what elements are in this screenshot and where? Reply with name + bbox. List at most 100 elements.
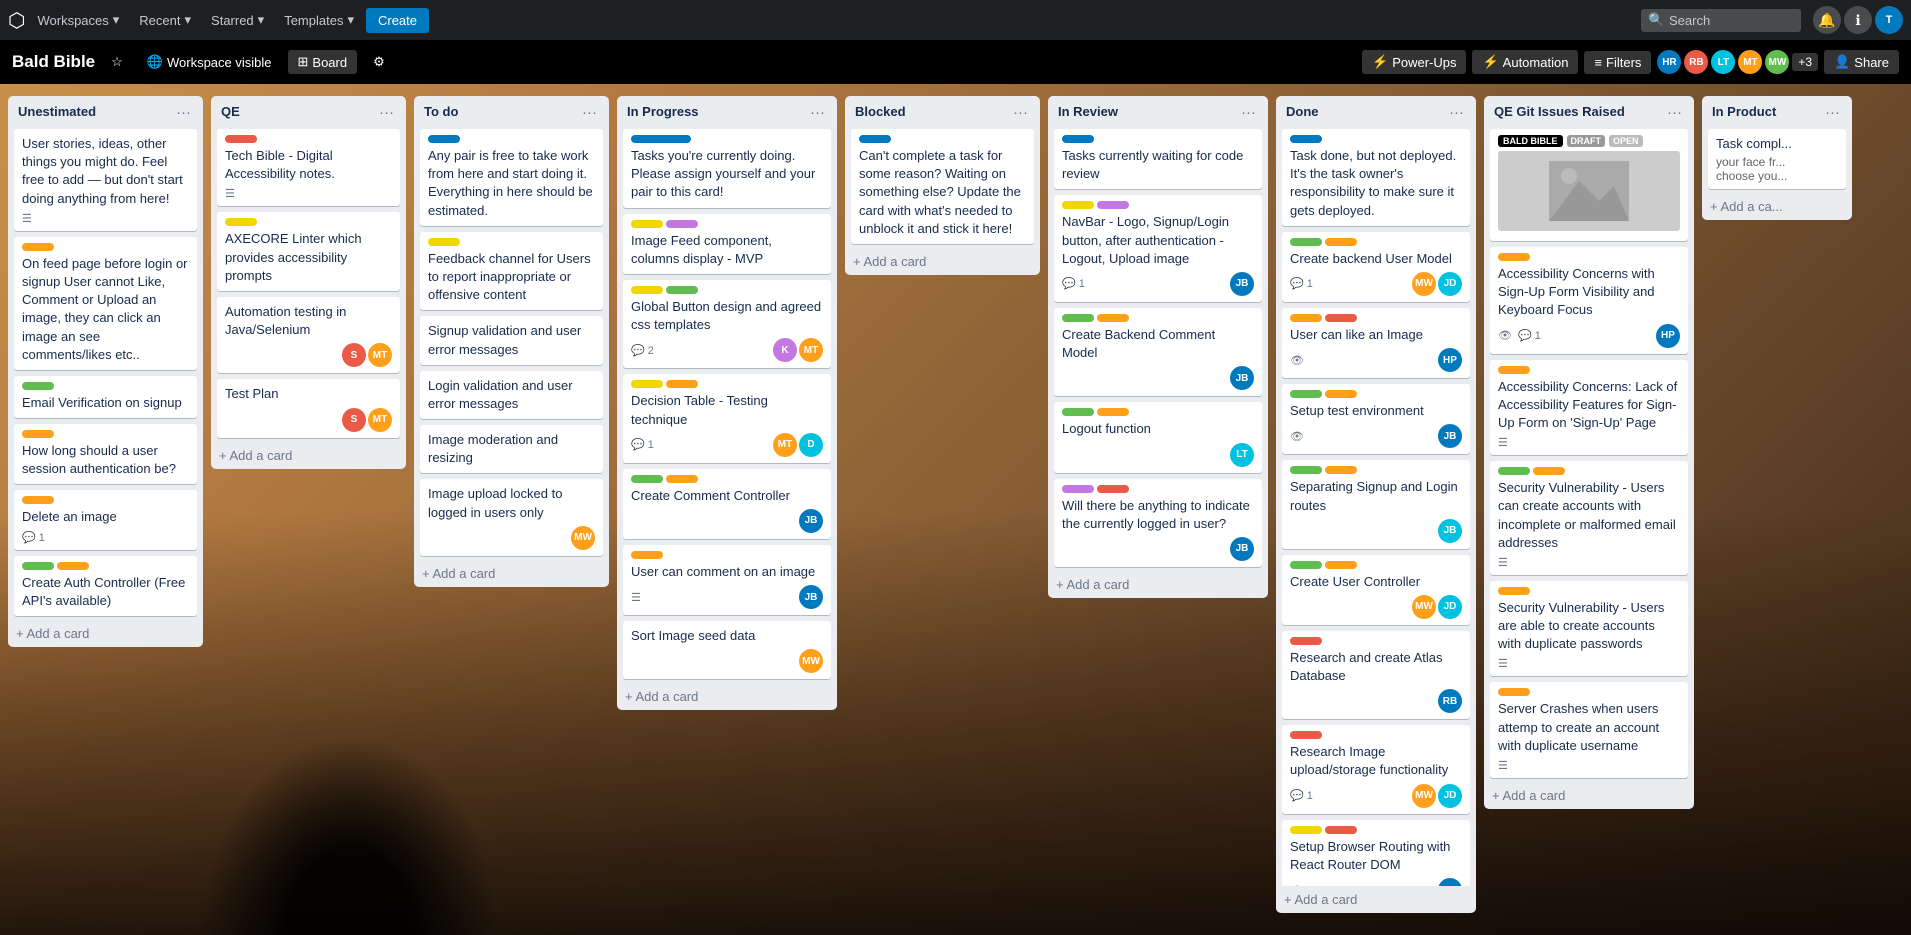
add-card-btn-qe-git[interactable]: + Add a card <box>1484 782 1694 809</box>
card-td6[interactable]: Image upload locked to logged in users o… <box>420 479 603 555</box>
create-btn[interactable]: Create <box>366 8 429 33</box>
column-header-done: Done ··· <box>1276 96 1476 125</box>
board-view-btn[interactable]: ⊞ Board <box>288 50 358 74</box>
card-u1[interactable]: User stories, ideas, other things you mi… <box>14 129 197 231</box>
search-input[interactable] <box>1641 9 1801 32</box>
column-menu-btn-inreview[interactable]: ··· <box>1239 104 1258 121</box>
notification-btn[interactable]: 🔔 <box>1813 6 1841 34</box>
card-td2[interactable]: Feedback channel for Users to report ina… <box>420 232 603 311</box>
eye-badge: 👁 <box>1498 329 1512 342</box>
card-d3[interactable]: User can like an Image 👁 HP <box>1282 308 1470 378</box>
share-btn[interactable]: 👤 Share <box>1824 50 1899 74</box>
automation-btn[interactable]: ⚡ Automation <box>1472 50 1578 74</box>
add-card-btn-unestimated[interactable]: + Add a card <box>8 620 203 647</box>
card-d2[interactable]: Create backend User Model 💬 1 MW JD <box>1282 232 1470 302</box>
card-qe4[interactable]: Test Plan S MT <box>217 379 400 437</box>
powerups-btn[interactable]: ⚡ Power-Ups <box>1362 50 1466 74</box>
card-u5[interactable]: Delete an image 💬 1 <box>14 490 197 549</box>
card-ir5[interactable]: Will there be anything to indicate the c… <box>1054 479 1262 567</box>
column-title-inprogress: In Progress <box>627 104 808 119</box>
card-qe3[interactable]: Automation testing in Java/Selenium S MT <box>217 297 400 373</box>
column-menu-btn-inprogress[interactable]: ··· <box>808 104 827 121</box>
card-bl1[interactable]: Can't complete a task for some reason? W… <box>851 129 1034 244</box>
card-d6[interactable]: Create User Controller MW JD <box>1282 555 1470 625</box>
column-menu-btn-done[interactable]: ··· <box>1447 104 1466 121</box>
avatar: MW <box>1412 272 1436 296</box>
column-cards-qe: Tech Bible - Digital Accessibility notes… <box>211 125 406 442</box>
filters-btn[interactable]: ≡ Filters <box>1584 51 1651 74</box>
templates-btn[interactable]: Templates ▾ <box>276 8 362 32</box>
card-ir3[interactable]: Create Backend Comment Model JB <box>1054 308 1262 396</box>
column-menu-btn[interactable]: ··· <box>174 104 193 121</box>
member-avatar-3[interactable]: LT <box>1711 50 1735 74</box>
card-ir1[interactable]: Tasks currently waiting for code review <box>1054 129 1262 189</box>
column-menu-btn-qe-git[interactable]: ··· <box>1665 104 1684 121</box>
add-card-btn-inprogress[interactable]: + Add a card <box>617 683 837 710</box>
column-menu-btn-todo[interactable]: ··· <box>580 104 599 121</box>
card-td5[interactable]: Image moderation and resizing <box>420 425 603 473</box>
card-td3[interactable]: Signup validation and user error message… <box>420 316 603 364</box>
member-avatar-1[interactable]: HR <box>1657 50 1681 74</box>
card-qg1[interactable]: BALD BIBLE DRAFT OPEN <box>1490 129 1688 241</box>
card-d4[interactable]: Setup test environment 👁 JB <box>1282 384 1470 454</box>
card-ip4[interactable]: Decision Table - Testing technique 💬 1 M… <box>623 374 831 462</box>
label <box>225 135 257 143</box>
card-d9[interactable]: Setup Browser Routing with React Router … <box>1282 820 1470 886</box>
card-qe2[interactable]: AXECORE Linter which provides accessibil… <box>217 212 400 291</box>
column-menu-btn-qe[interactable]: ··· <box>377 104 396 121</box>
column-qe: QE ··· Tech Bible - Digital Accessibilit… <box>211 96 406 469</box>
card-ip2[interactable]: Image Feed component, columns display - … <box>623 214 831 274</box>
starred-btn[interactable]: Starred ▾ <box>203 8 272 32</box>
card-qg5[interactable]: Security Vulnerability - Users are able … <box>1490 581 1688 677</box>
card-td4[interactable]: Login validation and user error messages <box>420 371 603 419</box>
more-members-btn[interactable]: +3 <box>1792 53 1818 71</box>
add-card-btn-done[interactable]: + Add a card <box>1276 886 1476 913</box>
card-u6[interactable]: Create Auth Controller (Free API's avail… <box>14 556 197 616</box>
star-btn[interactable]: ☆ <box>103 50 131 74</box>
card-d1[interactable]: Task done, but not deployed. It's the ta… <box>1282 129 1470 226</box>
card-ip5[interactable]: Create Comment Controller JB <box>623 469 831 539</box>
column-menu-btn-blocked[interactable]: ··· <box>1011 104 1030 121</box>
card-d7[interactable]: Research and create Atlas Database RB <box>1282 631 1470 719</box>
card-ip7[interactable]: Sort Image seed data MW <box>623 621 831 679</box>
customize-btn[interactable]: ⚙ <box>365 50 393 74</box>
card-inp1[interactable]: Task compl... your face fr... choose you… <box>1708 129 1846 189</box>
add-card-btn-inreview[interactable]: + Add a card <box>1048 571 1268 598</box>
workspace-visible-btn[interactable]: 🌐 Workspace visible <box>139 50 280 74</box>
add-card-btn-qe[interactable]: + Add a card <box>211 442 406 469</box>
label <box>1290 314 1322 322</box>
column-cards-inreview: Tasks currently waiting for code review … <box>1048 125 1268 571</box>
member-avatar-5[interactable]: MW <box>1765 50 1789 74</box>
card-d5[interactable]: Separating Signup and Login routes JB <box>1282 460 1470 548</box>
recent-btn[interactable]: Recent ▾ <box>131 8 199 32</box>
card-qg6[interactable]: Server Crashes when users attemp to crea… <box>1490 682 1688 778</box>
card-qe1[interactable]: Tech Bible - Digital Accessibility notes… <box>217 129 400 206</box>
card-d8[interactable]: Research Image upload/storage functional… <box>1282 725 1470 813</box>
workspaces-btn[interactable]: Workspaces ▾ <box>29 8 127 32</box>
card-ir2[interactable]: NavBar - Logo, Signup/Login button, afte… <box>1054 195 1262 302</box>
eye-badge: 👁 <box>1290 354 1304 367</box>
info-btn[interactable]: ℹ <box>1844 6 1872 34</box>
card-ir4[interactable]: Logout function LT <box>1054 402 1262 472</box>
card-ip1[interactable]: Tasks you're currently doing. Please ass… <box>623 129 831 208</box>
column-menu-btn-inproduct[interactable]: ··· <box>1823 104 1842 121</box>
card-ip3[interactable]: Global Button design and agreed css temp… <box>623 280 831 368</box>
card-ip6[interactable]: User can comment on an image ☰ JB <box>623 545 831 615</box>
column-title-inreview: In Review <box>1058 104 1239 119</box>
card-u3[interactable]: Email Verification on signup <box>14 376 197 418</box>
card-u4[interactable]: How long should a user session authentic… <box>14 424 197 484</box>
add-card-btn-inproduct[interactable]: + Add a ca... <box>1702 193 1852 220</box>
member-avatar-4[interactable]: MT <box>1738 50 1762 74</box>
member-avatar-2[interactable]: RB <box>1684 50 1708 74</box>
card-qg4[interactable]: Security Vulnerability - Users can creat… <box>1490 461 1688 575</box>
user-avatar[interactable]: T <box>1875 6 1903 34</box>
card-qg3[interactable]: Accessibility Concerns: Lack of Accessib… <box>1490 360 1688 456</box>
column-done: Done ··· Task done, but not deployed. It… <box>1276 96 1476 913</box>
card-u2[interactable]: On feed page before login or signup User… <box>14 237 197 370</box>
card-td1[interactable]: Any pair is free to take work from here … <box>420 129 603 226</box>
add-card-btn-blocked[interactable]: + Add a card <box>845 248 1040 275</box>
label <box>1290 466 1322 474</box>
card-qg2[interactable]: Accessibility Concerns with Sign-Up Form… <box>1490 247 1688 354</box>
avatar: JB <box>799 585 823 609</box>
add-card-btn-todo[interactable]: + Add a card <box>414 560 609 587</box>
